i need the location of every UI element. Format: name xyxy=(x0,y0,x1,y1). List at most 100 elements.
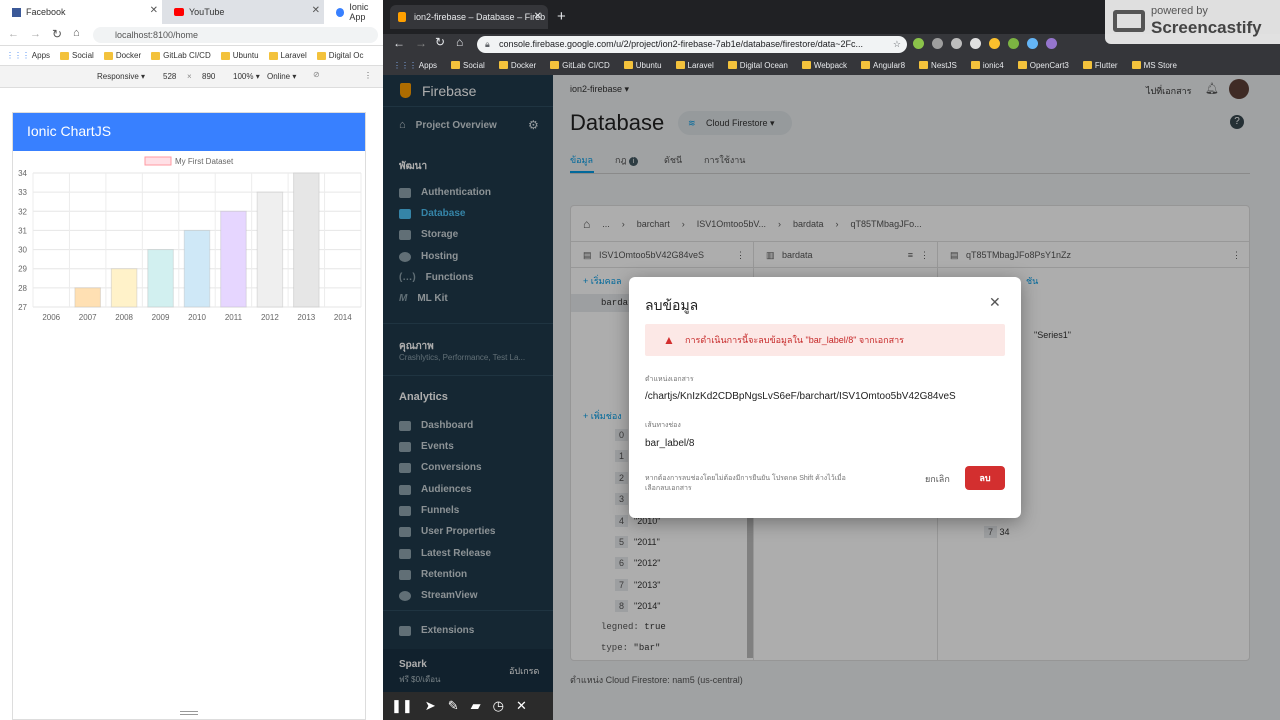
warning-banner: ▲ การดำเนินการนี้จะลบข้อมูลใน "bar_label… xyxy=(645,324,1005,356)
cursor-icon[interactable]: ➤ xyxy=(425,698,436,714)
device-mode-select[interactable]: Responsive ▾ xyxy=(97,72,145,81)
folder-icon xyxy=(316,51,326,60)
bookmark-label: Docker xyxy=(115,51,142,60)
resize-handle[interactable] xyxy=(180,711,198,715)
y-tick-label: 30 xyxy=(18,246,27,255)
forward-icon[interactable]: → xyxy=(415,36,427,50)
bookmark-item[interactable]: ionic4 xyxy=(970,60,1004,70)
network-select[interactable]: Online ▾ xyxy=(267,72,296,81)
bookmark-item[interactable]: GitLab CI/CD xyxy=(550,61,610,70)
tab-ionic[interactable]: Ionic App xyxy=(324,0,383,24)
reload-icon[interactable]: ↻ xyxy=(435,35,445,49)
extension-icon[interactable] xyxy=(1027,38,1038,49)
close-icon[interactable]: ✕ xyxy=(534,5,542,29)
bookmark-item[interactable]: Social xyxy=(60,51,94,60)
bookmark-item[interactable]: Ubuntu xyxy=(220,51,259,60)
tab-facebook[interactable]: Facebook ✕ xyxy=(0,0,162,24)
extension-icon[interactable] xyxy=(989,38,1000,49)
extension-icon[interactable] xyxy=(913,38,924,49)
home-icon[interactable]: ⌂ xyxy=(73,27,80,39)
bookmark-item[interactable]: Ubuntu xyxy=(623,60,662,70)
bookmark-label: ionic4 xyxy=(982,60,1004,70)
bookmark-label: GitLab CI/CD xyxy=(562,60,610,70)
forward-icon[interactable]: → xyxy=(30,28,41,40)
bookmark-label: Ubuntu xyxy=(635,60,662,70)
bookmark-label: MS Store xyxy=(1143,60,1177,70)
x-tick-label: 2006 xyxy=(42,313,60,322)
bookmark-item[interactable]: Docker xyxy=(103,51,142,60)
bookmark-item[interactable]: NestJS xyxy=(919,61,957,70)
cancel-button[interactable]: ยกเลิก xyxy=(925,472,950,486)
folder-icon xyxy=(623,61,633,70)
y-tick-label: 28 xyxy=(18,284,27,293)
reload-icon[interactable]: ↻ xyxy=(52,27,62,41)
folder-icon xyxy=(550,61,560,70)
screencastify-watermark: powered by Screencastify xyxy=(1105,0,1280,44)
bookmark-item[interactable]: Angular8 xyxy=(861,61,905,70)
eraser-icon[interactable]: ▰ xyxy=(471,698,481,714)
url-field[interactable]: 🔒︎ console.firebase.google.com/u/2/proje… xyxy=(477,36,907,53)
folder-icon xyxy=(919,61,929,70)
bookmark-item[interactable]: Digital Ocean xyxy=(727,61,788,70)
bookmark-label: Social xyxy=(463,60,485,70)
bar xyxy=(110,268,138,308)
extension-icons xyxy=(913,38,1113,51)
x-tick-label: 2014 xyxy=(334,313,352,322)
bar xyxy=(256,191,284,308)
back-icon[interactable]: ← xyxy=(8,28,19,40)
bookmark-apps[interactable]: ⋮⋮⋮ Apps xyxy=(393,61,437,70)
folder-icon xyxy=(151,51,161,60)
close-icon[interactable]: ✕ xyxy=(989,294,1001,311)
zoom-select[interactable]: 100% ▾ xyxy=(233,72,260,81)
bar-chart: My First Dataset 27 28 29 30 31 32 33 34 2006 2007… xyxy=(18,156,362,322)
url-field[interactable]: localhost:8100/home xyxy=(93,27,378,43)
delete-button[interactable]: ลบ xyxy=(965,466,1005,490)
x-tick-label: 2007 xyxy=(79,313,97,322)
more-icon[interactable]: ⋮ xyxy=(364,71,372,80)
extension-icon[interactable] xyxy=(1046,38,1057,49)
bookmark-item[interactable]: Webpack xyxy=(801,60,848,70)
x-tick-label: 2010 xyxy=(188,313,206,322)
close-icon[interactable]: ✕ xyxy=(312,5,320,16)
close-icon[interactable]: ✕ xyxy=(150,5,158,16)
tab-youtube[interactable]: YouTube ✕ xyxy=(162,0,324,24)
pause-icon[interactable]: ❚❚ xyxy=(391,698,413,714)
bookmark-item[interactable]: GitLab CI/CD xyxy=(151,51,211,60)
extension-icon[interactable] xyxy=(1008,38,1019,49)
bookmark-item[interactable]: Laravel xyxy=(268,51,307,60)
tab-firebase[interactable]: ion2-firebase – Database – Fireb ✕ xyxy=(390,5,548,29)
x-tick-label: 2008 xyxy=(115,313,133,322)
bookmark-item[interactable]: MS Store xyxy=(1131,60,1177,70)
device-height[interactable]: 890 xyxy=(202,72,215,81)
bookmark-item[interactable]: Flutter xyxy=(1082,61,1118,70)
device-width[interactable]: 528 xyxy=(163,72,176,81)
bar xyxy=(147,249,174,308)
bookmark-item[interactable]: Digital Oc xyxy=(316,51,363,60)
bookmark-item[interactable]: Docker xyxy=(498,61,536,70)
legend-swatch xyxy=(144,156,172,166)
extension-icon[interactable] xyxy=(932,38,943,49)
phone-frame: Ionic ChartJS My First Dataset 27 28 29 30 31… xyxy=(12,112,366,720)
pen-icon[interactable]: ✎ xyxy=(448,698,459,714)
document-location-label: ตำแหน่งเอกสาร xyxy=(645,376,694,383)
bookmark-item[interactable]: Laravel xyxy=(675,61,714,70)
bookmark-label: GitLab CI/CD xyxy=(163,51,211,60)
extension-icon[interactable] xyxy=(951,38,962,49)
extension-icon[interactable] xyxy=(970,38,981,49)
device-toolbar: Responsive ▾ 528 × 890 100% ▾ Online ▾ ⊘… xyxy=(0,66,383,88)
bookmark-label: Webpack xyxy=(813,60,848,70)
new-tab-icon[interactable]: + xyxy=(557,8,566,25)
close-icon[interactable]: ✕ xyxy=(516,698,527,714)
bookmark-item[interactable]: OpenCart3 xyxy=(1017,61,1069,70)
timer-icon[interactable]: ◷ xyxy=(493,698,504,714)
warning-icon: ▲ xyxy=(663,333,675,347)
folder-icon xyxy=(103,51,113,60)
star-icon[interactable]: ☆ xyxy=(893,36,901,53)
network-value: Online xyxy=(267,72,291,81)
shift-hint: หากต้องการลบช่องโดยไม่ต้องมีการยืนยัน โป… xyxy=(645,475,846,492)
bookmark-apps[interactable]: ⋮⋮⋮ Apps xyxy=(6,51,50,60)
back-icon[interactable]: ← xyxy=(393,36,405,50)
rotate-icon[interactable]: ⊘ xyxy=(313,70,320,79)
bookmark-item[interactable]: Social xyxy=(451,61,485,70)
home-icon[interactable]: ⌂ xyxy=(456,35,463,49)
